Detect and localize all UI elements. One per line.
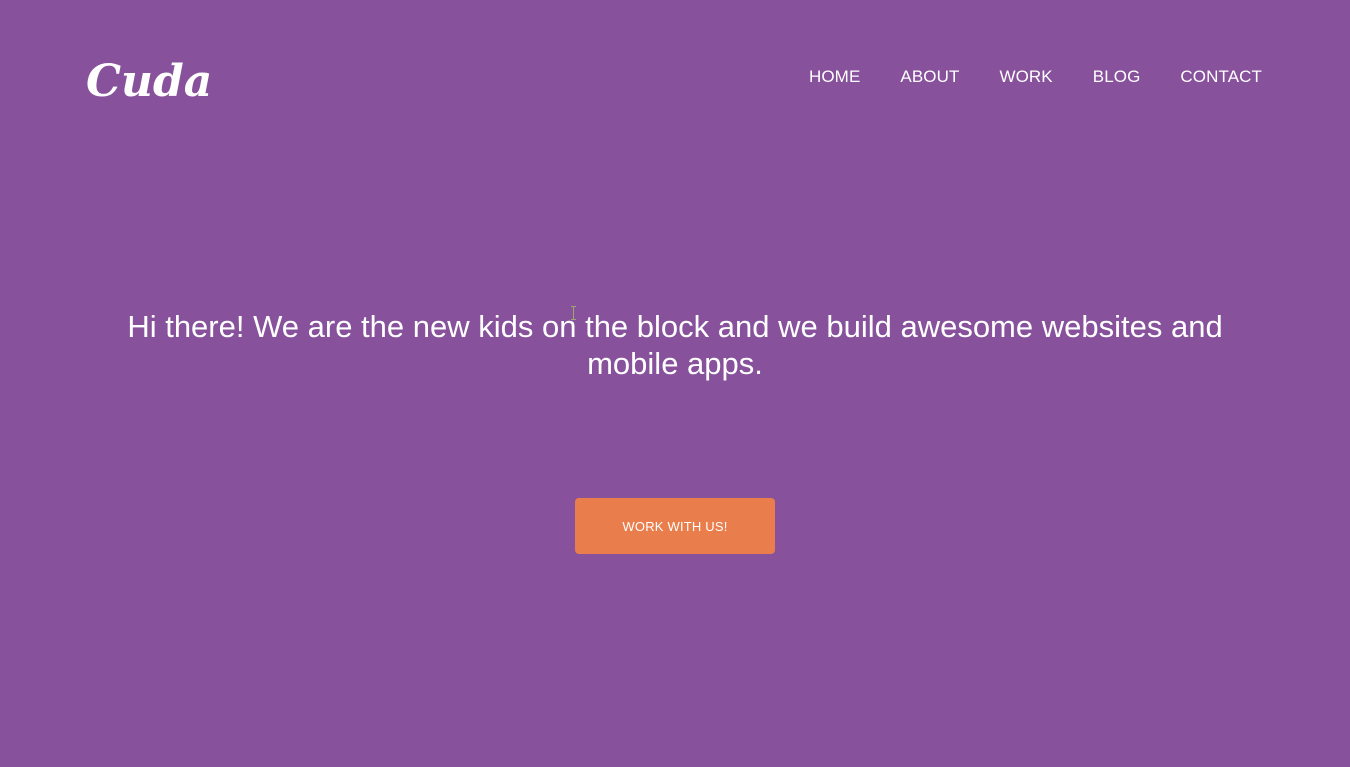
nav-contact[interactable]: CONTACT [1180, 67, 1262, 87]
logo-text: Cuda [86, 56, 210, 104]
nav-blog[interactable]: BLOG [1093, 67, 1141, 87]
nav-work[interactable]: WORK [999, 67, 1052, 87]
nav-home[interactable]: HOME [809, 67, 860, 87]
text-cursor-icon [571, 306, 576, 320]
cuda-logo: Cuda [86, 56, 210, 104]
page: Cuda HOME ABOUT WORK BLOG CONTACT Hi the… [0, 0, 1350, 767]
nav-about[interactable]: ABOUT [900, 67, 959, 87]
work-with-us-button[interactable]: WORK WITH US! [575, 498, 775, 554]
hero-headline: Hi there! We are the new kids on the blo… [127, 309, 1223, 381]
logo-link[interactable]: Cuda [86, 52, 210, 104]
main-nav: HOME ABOUT WORK BLOG CONTACT [809, 67, 1262, 87]
